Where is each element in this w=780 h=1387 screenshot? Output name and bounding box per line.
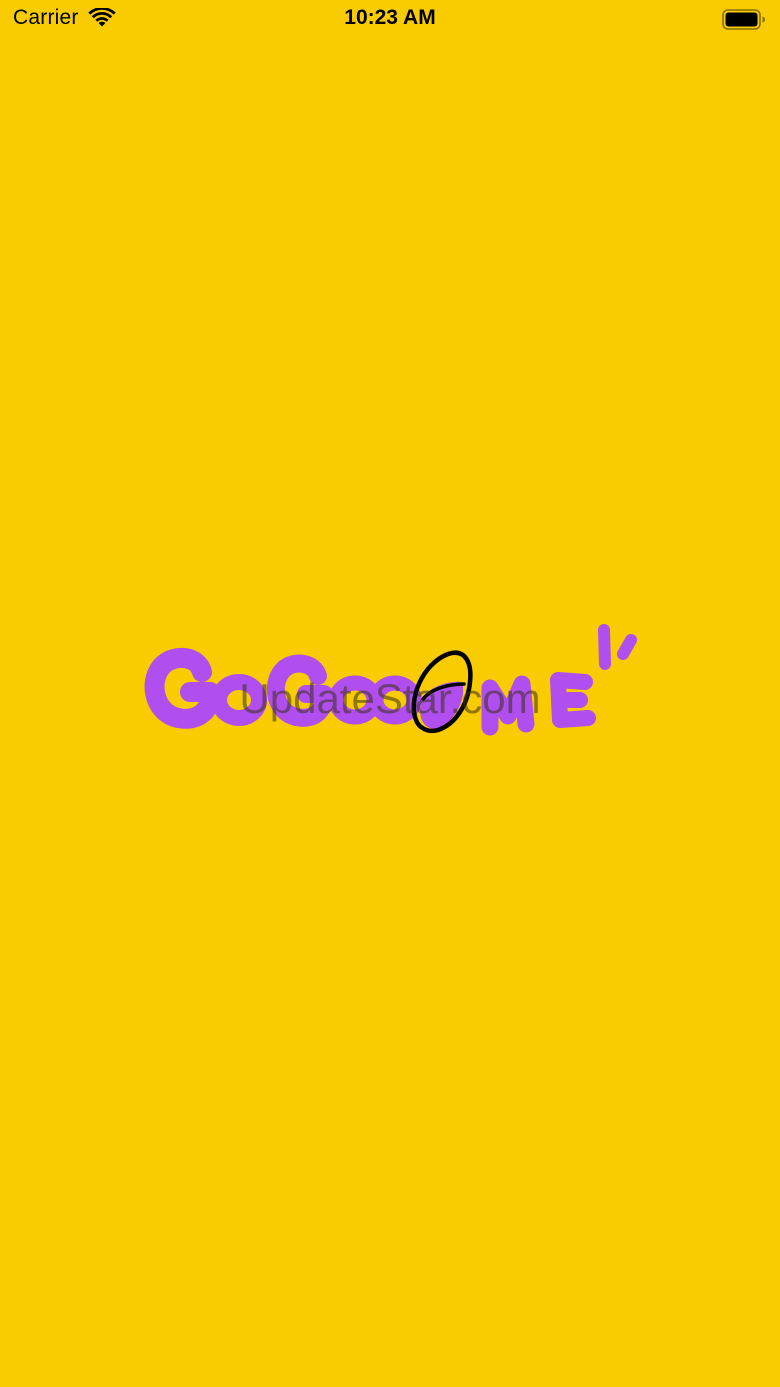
- watermark-text: UpdateStar.com: [239, 675, 541, 722]
- splash-screen: UpdateStar.com: [0, 0, 780, 1387]
